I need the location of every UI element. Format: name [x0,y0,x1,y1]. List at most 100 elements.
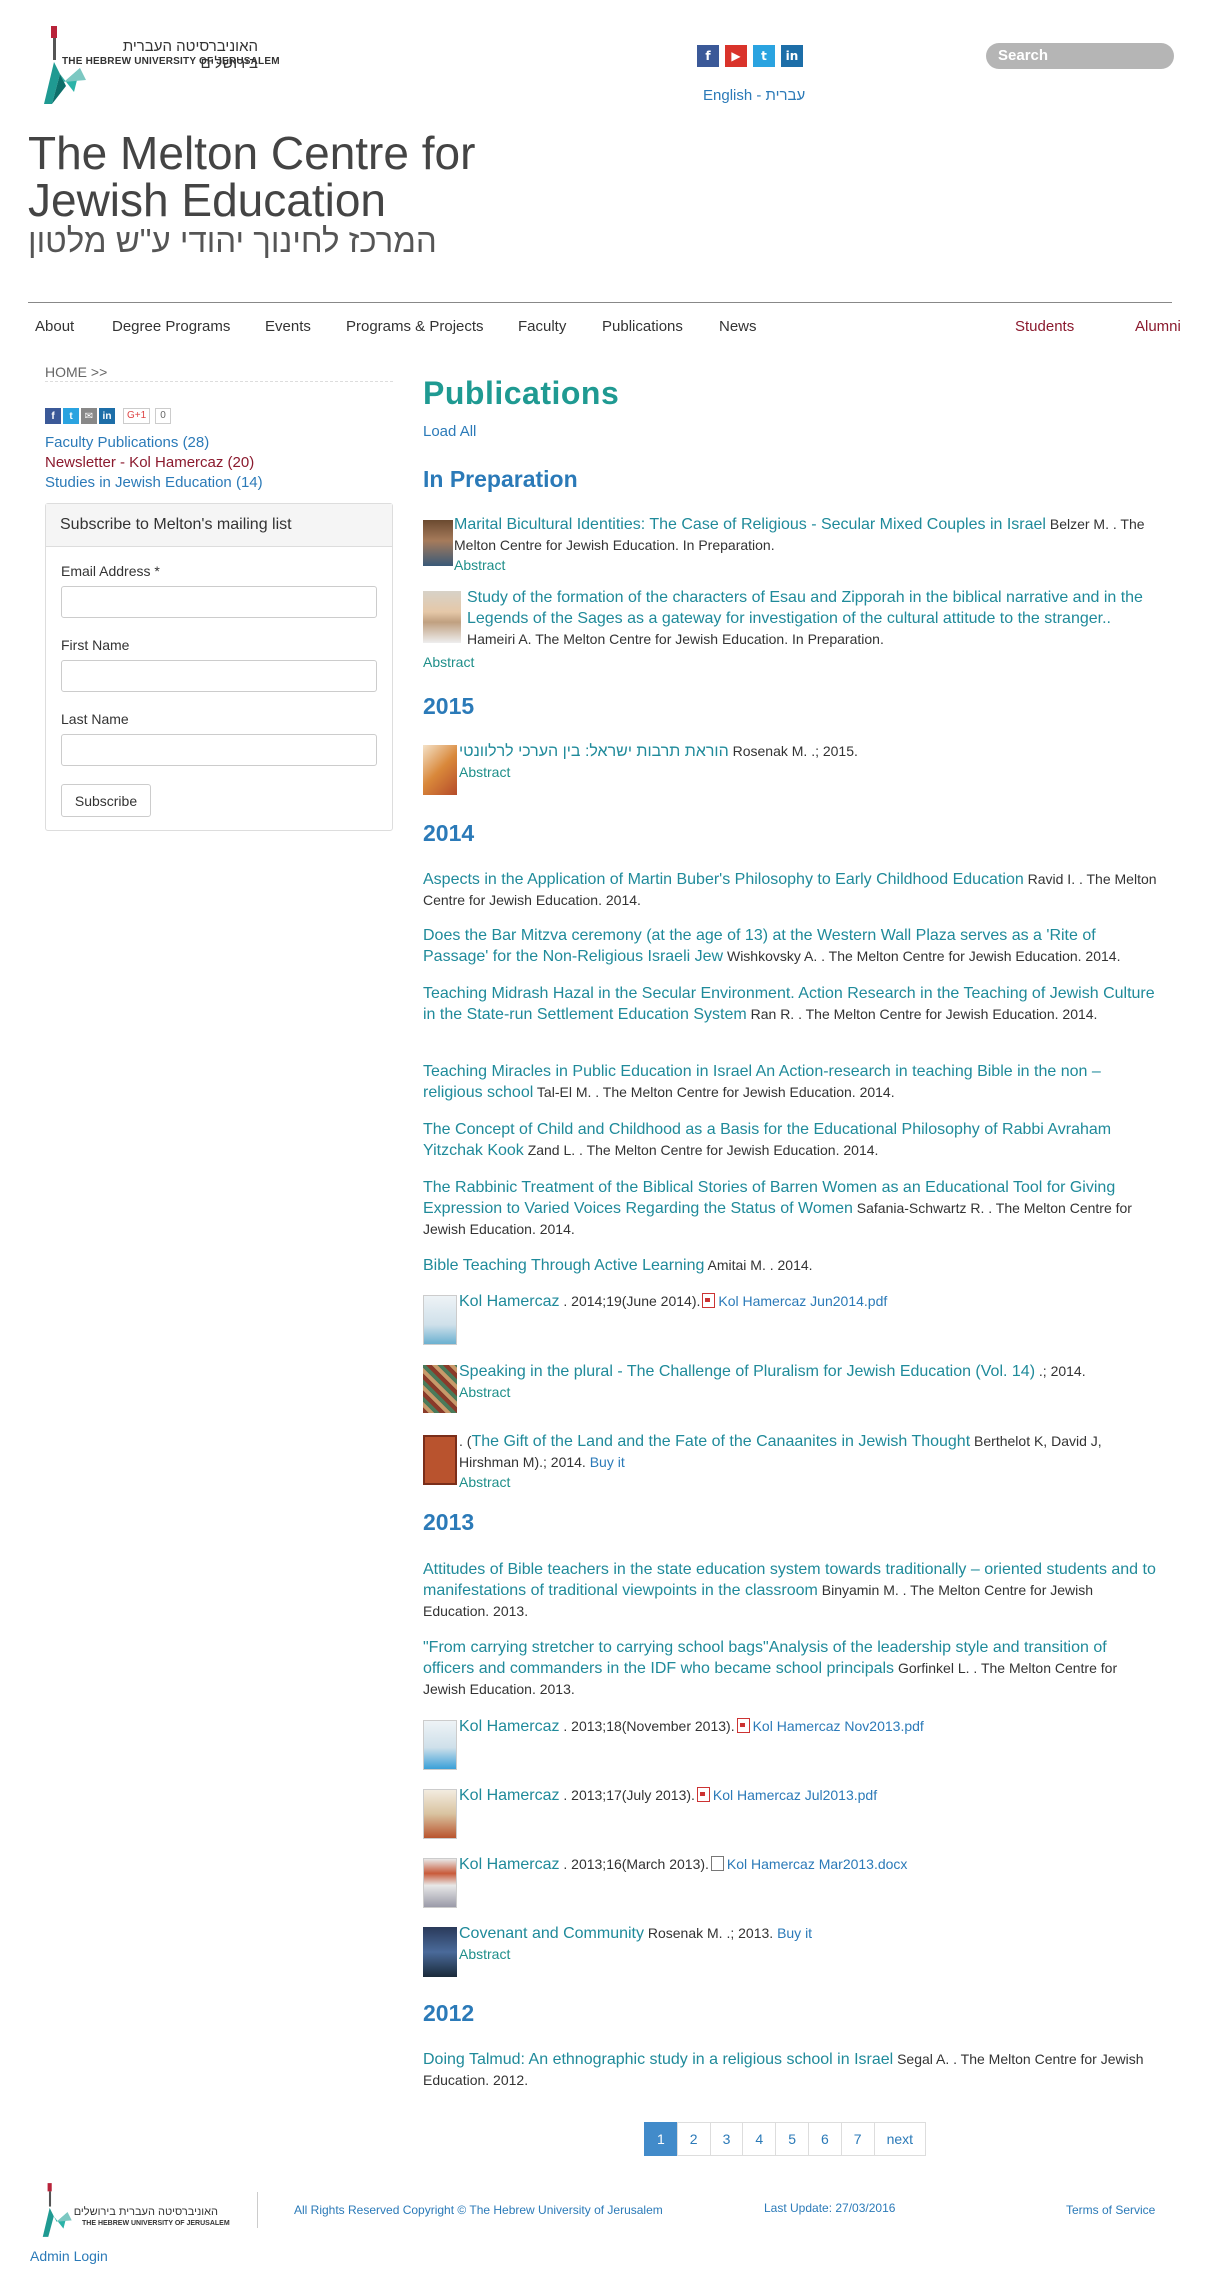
publication-title-link[interactable]: Aspects in the Application of Martin Bub… [423,871,1024,888]
abstract-link[interactable]: Abstract [423,654,474,670]
terms-of-service-link[interactable]: Terms of Service [1066,2203,1155,2217]
google-plus-count: 0 [155,408,171,424]
publication-item: Doing Talmud: An ethnographic study in a… [423,2049,1158,2090]
doc-icon [710,1856,724,1871]
publication-title-link[interactable]: הוראת תרבות ישראל: בין הערכי לרלוונטי [459,743,729,760]
social-links: f ▶ t in [697,45,803,67]
nav-faculty[interactable]: Faculty [518,318,566,335]
email-label: Email Address * [61,563,160,579]
publication-item: Attitudes of Bible teachers in the state… [423,1559,1158,1621]
file-download-link[interactable]: Kol Hamercaz Jun2014.pdf [718,1293,887,1309]
load-all-link[interactable]: Load All [423,423,1173,440]
buy-it-link[interactable]: Buy it [590,1454,625,1470]
publication-title-link[interactable]: Study of the formation of the characters… [467,589,1143,627]
publication-item: Bible Teaching Through Active Learning A… [423,1255,1158,1276]
publication-meta: Amitai M. . 2014. [707,1257,813,1273]
nav-degree-programs[interactable]: Degree Programs [112,318,230,335]
linkedin-icon[interactable]: in [781,45,803,67]
nav-programs-projects[interactable]: Programs & Projects [346,318,484,335]
abstract-link[interactable]: Abstract [459,1474,510,1490]
page-7-button[interactable]: 7 [840,2122,875,2156]
publication-item: "From carrying stretcher to carrying sch… [423,1637,1158,1699]
footer-logo[interactable]: האוניברסיטה העברית בירושלים THE HEBREW U… [40,2180,230,2243]
publication-title-link[interactable]: Covenant and Community [459,1925,644,1942]
nav-news[interactable]: News [719,318,757,335]
abstract-link[interactable]: Abstract [459,1384,510,1400]
page-4-button[interactable]: 4 [742,2122,777,2156]
publication-title-link[interactable]: Bible Teaching Through Active Learning [423,1257,704,1274]
file-download-link[interactable]: Kol Hamercaz Nov2013.pdf [753,1718,924,1734]
lang-english-link[interactable]: English [703,87,752,104]
last-name-field[interactable] [61,734,377,766]
publication-title-link[interactable]: Kol Hamercaz [459,1856,559,1873]
file-download-link[interactable]: Kol Hamercaz Jul2013.pdf [713,1787,877,1803]
publication-title-link[interactable]: Doing Talmud: An ethnographic study in a… [423,2051,893,2068]
next-page-button[interactable]: next [873,2122,927,2156]
lang-hebrew-link[interactable]: עברית [766,87,806,104]
publication-item: Teaching Miracles in Public Education in… [423,1061,1158,1103]
abstract-row: Abstract [423,652,1158,672]
publication-meta: Ran R. . The Melton Centre for Jewish Ed… [750,1006,1098,1022]
publication-meta: Rosenak M. .; 2015. [732,743,858,759]
publication-item: The Rabbinic Treatment of the Biblical S… [423,1177,1158,1239]
publication-item: Does the Bar Mitzva ceremony (at the age… [423,925,1158,967]
share-facebook-icon[interactable]: f [45,408,61,424]
publication-title-link[interactable]: Kol Hamercaz [459,1718,559,1735]
nav-publications[interactable]: Publications [602,318,683,335]
footer-divider [257,2192,258,2228]
section-heading-2013: 2013 [423,1509,475,1535]
nav-alumni[interactable]: Alumni [1135,318,1181,335]
share-linkedin-icon[interactable]: in [99,408,115,424]
abstract-link[interactable]: Abstract [459,1946,510,1962]
page-1-button[interactable]: 1 [644,2122,678,2156]
share-twitter-icon[interactable]: t [63,408,79,424]
subscribe-button[interactable]: Subscribe [61,784,151,817]
publication-item: Kol Hamercaz . 2013;17(July 2013). Kol Ha… [423,1785,1158,1839]
sidebar-link-studies[interactable]: Studies in Jewish Education (14) [45,473,263,493]
share-email-icon[interactable]: ✉ [81,408,97,424]
header-divider [28,302,1172,303]
page-3-button[interactable]: 3 [709,2122,744,2156]
file-download-link[interactable]: Kol Hamercaz Mar2013.docx [727,1856,908,1872]
abstract-link[interactable]: Abstract [454,557,505,573]
nav-about[interactable]: About [35,318,74,335]
publication-title-link[interactable]: The Gift of the Land and the Fate of the… [471,1433,970,1450]
publication-title-link[interactable]: Kol Hamercaz [459,1787,559,1804]
share-bar: f t ✉ in G+1 0 [45,408,171,424]
first-name-label: First Name [61,637,130,653]
publication-item: Aspects in the Application of Martin Bub… [423,869,1158,910]
youtube-icon[interactable]: ▶ [725,45,747,67]
publication-meta: Wishkovsky A. . The Melton Centre for Je… [726,948,1121,964]
publication-item: Kol Hamercaz . 2013;18(November 2013). Ko… [423,1716,1158,1770]
google-plus-button[interactable]: G+1 [123,408,151,424]
sidebar-link-newsletter[interactable]: Newsletter - Kol Hamercaz (20) [45,453,263,473]
publication-item: Kol Hamercaz . 2013;16(March 2013). Kol H… [423,1854,1158,1908]
publication-title-link[interactable]: Kol Hamercaz [459,1293,559,1310]
search-input[interactable] [986,43,1174,69]
nav-students[interactable]: Students [1015,318,1074,335]
publication-item: הוראת תרבות ישראל: בין הערכי לרלוונטי Ro… [423,741,1158,795]
publication-meta: Zand L. . The Melton Centre for Jewish E… [527,1142,879,1158]
lang-separator: - [756,87,762,104]
buy-it-link[interactable]: Buy it [777,1925,812,1941]
section-heading-2015: 2015 [423,693,475,719]
page-6-button[interactable]: 6 [807,2122,842,2156]
page-5-button[interactable]: 5 [775,2122,809,2156]
publication-meta: Rosenak M. .; 2013. [647,1925,774,1941]
sidebar-link-faculty-publications[interactable]: Faculty Publications (28) [45,433,263,453]
breadcrumb[interactable]: HOME >> [45,364,107,380]
page-title: Publications [423,375,620,411]
first-name-field[interactable] [61,660,377,692]
nav-events[interactable]: Events [265,318,311,335]
page-2-button[interactable]: 2 [676,2122,711,2156]
admin-login-link[interactable]: Admin Login [30,2248,108,2264]
main-content: Publications Load All [423,375,1173,440]
abstract-link[interactable]: Abstract [459,764,510,780]
twitter-icon[interactable]: t [753,45,775,67]
email-field[interactable] [61,586,377,618]
facebook-icon[interactable]: f [697,45,719,67]
publication-meta: . 2013;16(March 2013). [563,1856,709,1872]
publication-title-link[interactable]: Marital Bicultural Identities: The Case … [454,516,1046,533]
newsletter-cover [423,1720,457,1770]
publication-title-link[interactable]: Speaking in the plural - The Challenge o… [459,1363,1035,1380]
